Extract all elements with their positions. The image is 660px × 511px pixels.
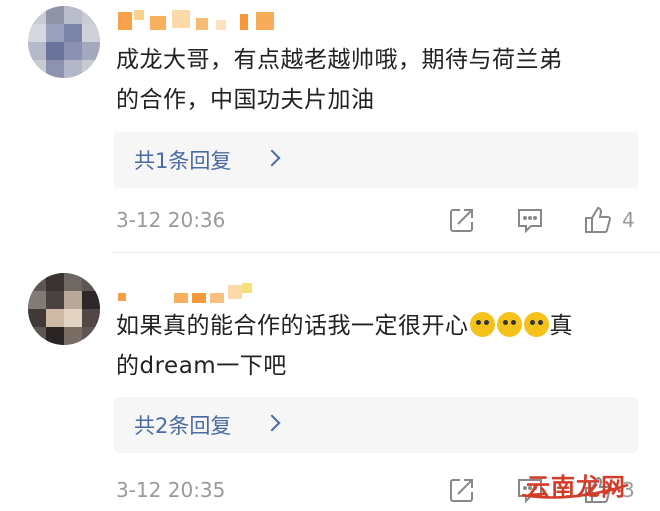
comment-text-part: 如果真的能合作的话我一定很开心 (116, 313, 469, 339)
comment-text: 成龙大哥，有点越老越帅哦，期待与荷兰弟 的合作，中国功夫片加油 (116, 47, 563, 113)
avatar[interactable] (28, 6, 100, 78)
replies-count-label: 共2条回复 (134, 414, 232, 438)
timestamp: 3-12 20:36 (116, 208, 226, 232)
like-icon[interactable] (582, 204, 614, 236)
like-count: 4 (622, 208, 635, 232)
crying-emoji-icon (469, 312, 495, 337)
view-replies-button[interactable]: 共1条回复 (114, 132, 638, 188)
avatar[interactable] (28, 273, 100, 345)
watermark-text: 云南龙网 (526, 472, 626, 501)
share-icon[interactable] (446, 204, 478, 236)
watermark-logo: 云南龙网 (520, 465, 632, 501)
view-replies-button[interactable]: 共2条回复 (114, 397, 638, 453)
share-icon[interactable] (446, 474, 478, 506)
divider (112, 252, 660, 253)
crying-emoji-icon (496, 312, 522, 337)
comment-icon[interactable] (514, 204, 546, 236)
comment-text: 如果真的能合作的话我一定很开心真 的dream一下吧 (116, 306, 646, 386)
crying-emoji-icon (523, 312, 549, 337)
timestamp: 3-12 20:35 (116, 478, 226, 502)
comment-item: 成龙大哥，有点越老越帅哦，期待与荷兰弟 的合作，中国功夫片加油 共1条回复 3-… (0, 0, 660, 250)
chevron-right-icon (263, 414, 281, 432)
replies-count-label: 共1条回复 (134, 149, 232, 173)
chevron-right-icon (263, 149, 281, 167)
